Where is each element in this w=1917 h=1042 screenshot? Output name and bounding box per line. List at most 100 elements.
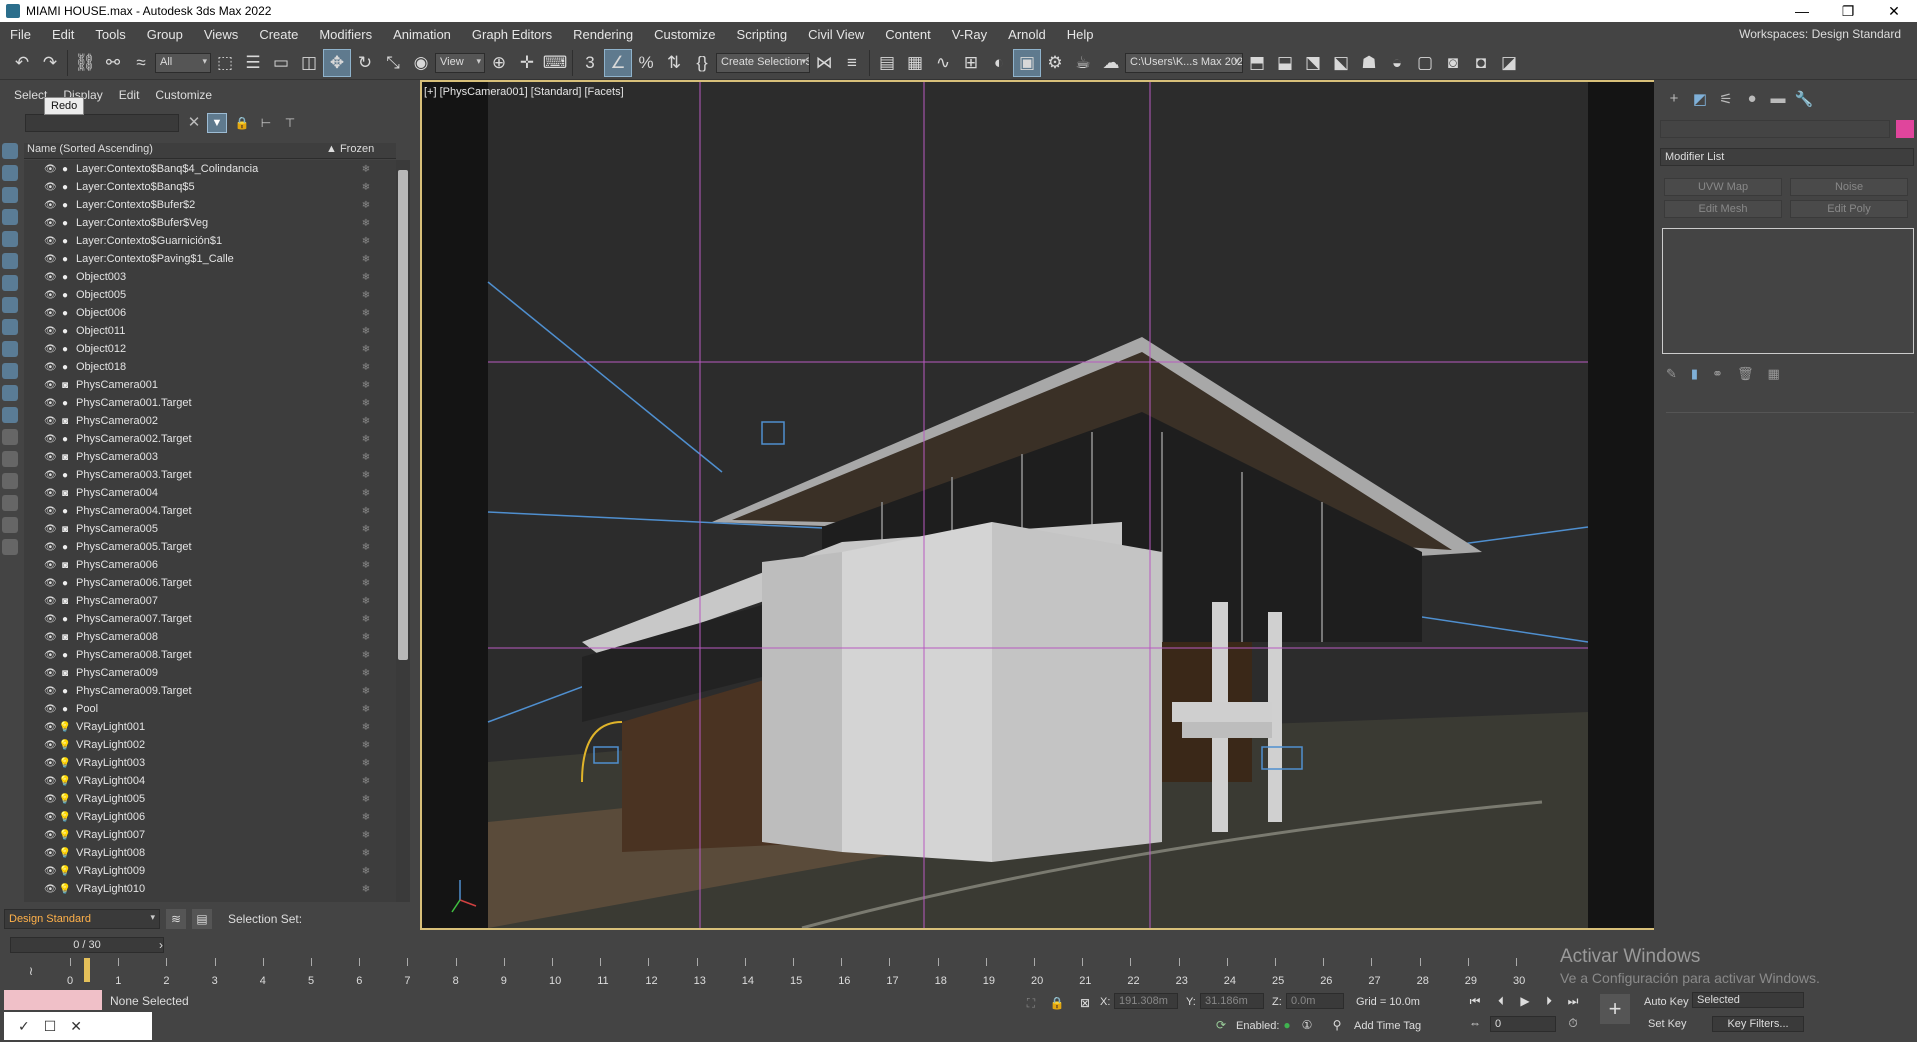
freeze-toggle-icon[interactable]: ❄	[336, 452, 396, 463]
visibility-eye-icon[interactable]: 👁	[44, 452, 57, 463]
project-close-icon[interactable]: ⬕	[1327, 49, 1355, 77]
menu-modifiers[interactable]: Modifiers	[309, 27, 383, 42]
set-key-plus-icon[interactable]: +	[1600, 994, 1630, 1024]
list-item[interactable]: 👁 ● Layer:Contexto$Bufer$Veg ❄	[24, 214, 396, 232]
menu-scripting[interactable]: Scripting	[727, 27, 799, 42]
project-folder-icon[interactable]: ⬒	[1243, 49, 1271, 77]
freeze-toggle-icon[interactable]: ❄	[336, 614, 396, 625]
visibility-eye-icon[interactable]: 👁	[44, 722, 57, 733]
vray-icon[interactable]: ✓	[18, 1018, 30, 1035]
visibility-eye-icon[interactable]: 👁	[44, 560, 57, 571]
menu-views[interactable]: Views	[194, 27, 249, 42]
list-item[interactable]: 👁 ● PhysCamera003.Target ❄	[24, 466, 396, 484]
schematic-view-icon[interactable]: ⊞	[957, 49, 985, 77]
menu-arnold[interactable]: Arnold	[998, 27, 1057, 42]
visibility-eye-icon[interactable]: 👁	[44, 650, 57, 661]
object-color-swatch[interactable]	[1896, 120, 1914, 138]
list-item[interactable]: 👁 ● Object006 ❄	[24, 304, 396, 322]
freeze-toggle-icon[interactable]: ❄	[336, 506, 396, 517]
list-item[interactable]: 👁 ● Object018 ❄	[24, 358, 396, 376]
y-coordinate-field[interactable]: 31.186m	[1200, 993, 1264, 1009]
project-path-dropdown[interactable]: C:\Users\K...s Max 2022	[1125, 52, 1243, 73]
visibility-eye-icon[interactable]: 👁	[44, 254, 57, 265]
hierarchy-icon[interactable]: ⊢	[257, 114, 275, 132]
menu-create[interactable]: Create	[249, 27, 309, 42]
selection-set-icon[interactable]	[2, 539, 18, 555]
unlink-icon[interactable]: ⚯	[99, 49, 127, 77]
scene-explorer-icon[interactable]: ▤	[192, 909, 212, 929]
curve-editor-icon[interactable]: ∿	[929, 49, 957, 77]
spinner-snap-icon[interactable]: ⇅	[660, 49, 688, 77]
visibility-eye-icon[interactable]: 👁	[44, 236, 57, 247]
list-item[interactable]: 👁 💡 VRayLight010 ❄	[24, 880, 396, 898]
light-filter-icon[interactable]	[2, 187, 18, 203]
auto-key-button[interactable]: Auto Key	[1644, 996, 1689, 1008]
list-item[interactable]: 👁 ● Object005 ❄	[24, 286, 396, 304]
freeze-toggle-icon[interactable]: ❄	[336, 848, 396, 859]
helper-filter-icon[interactable]	[2, 231, 18, 247]
list-item[interactable]: 👁 ● PhysCamera009.Target ❄	[24, 682, 396, 700]
create-tab-icon[interactable]: +	[1664, 90, 1684, 110]
menu-edit[interactable]: Edit	[42, 27, 85, 42]
shape-filter-icon[interactable]	[2, 165, 18, 181]
menu-customize[interactable]: Customize	[644, 27, 726, 42]
visibility-eye-icon[interactable]: 👁	[44, 632, 57, 643]
freeze-toggle-icon[interactable]: ❄	[336, 254, 396, 265]
percent-snap-icon[interactable]: %	[632, 49, 660, 77]
list-item[interactable]: 👁 💡 VRayLight001 ❄	[24, 718, 396, 736]
visibility-eye-icon[interactable]: 👁	[44, 380, 57, 391]
render-in-cloud-icon[interactable]: ☁	[1097, 49, 1125, 77]
freeze-toggle-icon[interactable]: ❄	[336, 866, 396, 877]
camera-filter-icon[interactable]	[2, 209, 18, 225]
xref-filter-icon[interactable]	[2, 297, 18, 313]
maxscript-listener[interactable]	[4, 990, 102, 1010]
menu-tools[interactable]: Tools	[85, 27, 136, 42]
filter-icon[interactable]	[2, 517, 18, 533]
display-all-icon[interactable]	[2, 451, 18, 467]
freeze-toggle-icon[interactable]: ❄	[336, 596, 396, 607]
restore-button[interactable]: ❐	[1825, 3, 1871, 20]
list-item[interactable]: 👁 ● PhysCamera007.Target ❄	[24, 610, 396, 628]
snaps-toggle-icon[interactable]: 3	[576, 49, 604, 77]
list-item[interactable]: 👁 ● Object003 ❄	[24, 268, 396, 286]
list-item[interactable]: 👁 ● Layer:Contexto$Paving$1_Calle ❄	[24, 250, 396, 268]
utilities-tab-icon[interactable]: 🔧	[1794, 90, 1814, 110]
vray-asset-editor-icon[interactable]: ◘	[1467, 49, 1495, 77]
material-editor-icon[interactable]: ◐	[985, 49, 1013, 77]
menu-civil-view[interactable]: Civil View	[798, 27, 875, 42]
freeze-toggle-icon[interactable]: ❄	[336, 794, 396, 805]
uvw-map-button[interactable]: UVW Map	[1664, 178, 1782, 196]
named-selection-dropdown[interactable]: Create Selection Se	[716, 52, 810, 73]
close-icon[interactable]: ✕	[70, 1018, 82, 1035]
visibility-eye-icon[interactable]: 👁	[44, 182, 57, 193]
visibility-eye-icon[interactable]: 👁	[44, 488, 57, 499]
visibility-eye-icon[interactable]: 👁	[44, 218, 57, 229]
adaptive-degradation-icon[interactable]: ⟳	[1212, 1016, 1230, 1034]
visibility-eye-icon[interactable]: 👁	[44, 308, 57, 319]
modify-tab-icon[interactable]: ◩	[1690, 90, 1710, 110]
show-end-result-icon[interactable]: ▮	[1691, 366, 1698, 382]
mini-curve-editor-icon[interactable]: ≀	[22, 962, 40, 980]
prev-key-icon[interactable]: ⏴	[1492, 992, 1510, 1010]
list-item[interactable]: 👁 💡 VRayLight009 ❄	[24, 862, 396, 880]
viewport-scene[interactable]	[422, 82, 1654, 928]
vray-frame-buffer-icon[interactable]: ▢	[1411, 49, 1439, 77]
freeze-toggle-icon[interactable]: ❄	[336, 326, 396, 337]
spacewarp-filter-icon[interactable]	[2, 253, 18, 269]
goto-start-icon[interactable]: ⏮	[1466, 992, 1484, 1010]
visibility-eye-icon[interactable]: 👁	[44, 578, 57, 589]
list-item[interactable]: 👁 ● PhysCamera006.Target ❄	[24, 574, 396, 592]
visibility-eye-icon[interactable]: 👁	[44, 272, 57, 283]
freeze-toggle-icon[interactable]: ❄	[336, 632, 396, 643]
hidden-filter-icon[interactable]	[2, 385, 18, 401]
freeze-toggle-icon[interactable]: ❄	[336, 218, 396, 229]
list-item[interactable]: 👁 ◙ PhysCamera003 ❄	[24, 448, 396, 466]
explorer-search-input[interactable]	[25, 114, 179, 132]
freeze-toggle-icon[interactable]: ❄	[336, 686, 396, 697]
clear-search-icon[interactable]: ✕	[185, 114, 203, 132]
lock-icon[interactable]: 🔒	[233, 114, 251, 132]
noise-button[interactable]: Noise	[1790, 178, 1908, 196]
edit-mesh-button[interactable]: Edit Mesh	[1664, 200, 1782, 218]
container-filter-icon[interactable]	[2, 341, 18, 357]
current-frame-field[interactable]: 0	[1490, 1016, 1556, 1032]
